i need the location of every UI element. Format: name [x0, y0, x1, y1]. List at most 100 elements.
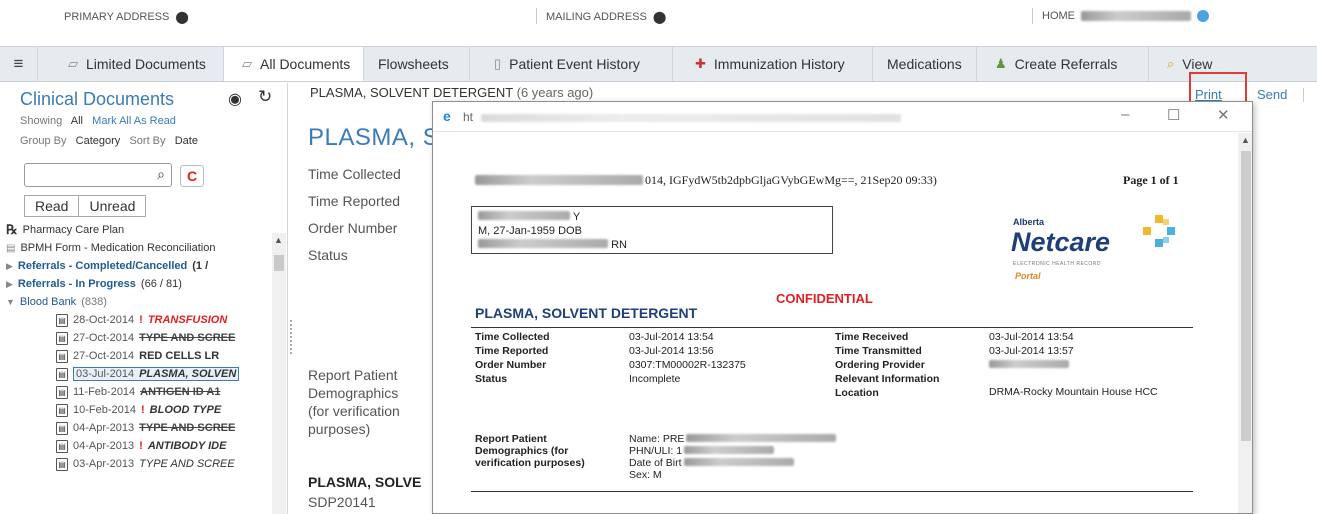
redacted-phone [1081, 11, 1191, 21]
document-icon: ▤ [56, 421, 68, 435]
close-icon[interactable]: ✕ [1217, 106, 1230, 124]
minimize-icon[interactable]: – [1121, 106, 1129, 123]
browser-icon: e [443, 108, 451, 124]
alert-flag: ! [141, 404, 145, 416]
print-document: 014, IGFydW5tb2dpbGljaGVybGEwMg==, 21Sep… [433, 133, 1238, 513]
document-icon: ▤ [56, 313, 68, 327]
tab-create-referrals[interactable]: ♟ Create Referrals [977, 47, 1149, 81]
tab-flowsheets[interactable]: Flowsheets [364, 47, 470, 81]
field-value: Date of Birt [629, 457, 836, 469]
splitter-handle[interactable] [290, 320, 292, 354]
item-name: RED CELLS LR [139, 350, 220, 362]
item-date: 04-Apr-2013 [73, 440, 135, 452]
tree-item[interactable]: ▤ 03-Apr-2013 TYPE AND SCREE [56, 455, 287, 473]
tree-item[interactable]: ▤ 11-Feb-2014 ANTIGEN ID A1 [56, 383, 287, 401]
tree-group-label: Referrals - Completed/Cancelled [17, 260, 188, 272]
tab-label: Limited Documents [86, 56, 206, 72]
tree-item-bpmh[interactable]: ▤ BPMH Form - Medication Reconciliation [6, 239, 278, 257]
scroll-up-icon[interactable]: ▲ [274, 235, 283, 245]
logo-ehr: ELECTRONIC HEALTH RECORD [1013, 261, 1102, 267]
confidential-label: CONFIDENTIAL [776, 291, 873, 306]
collapse-arrow-icon[interactable]: ▼ [6, 297, 15, 307]
field-label: Status [308, 247, 348, 263]
item-date: 27-Oct-2014 [73, 332, 135, 344]
read-button[interactable]: Read [24, 195, 80, 217]
item-name: PLASMA, SOLVEN [139, 368, 237, 380]
showing-value[interactable]: All [71, 115, 83, 127]
tree-item[interactable]: ▤ 27-Oct-2014 RED CELLS LR [56, 347, 287, 365]
window-title: ht [463, 110, 474, 124]
document-icon: ▱ [68, 56, 78, 71]
scroll-up-icon[interactable]: ▲ [1241, 135, 1250, 145]
unread-button[interactable]: Unread [79, 195, 147, 217]
tree-group-referrals-completed[interactable]: ▶ Referrals - Completed/Cancelled (1 / [6, 257, 278, 275]
sort-by-value[interactable]: Date [175, 135, 198, 147]
divider [1303, 88, 1304, 102]
tree-item[interactable]: ▤ 28-Oct-2014 ! TRANSFUSION [56, 311, 287, 329]
tree-item[interactable]: ▤ 04-Apr-2013 TYPE AND SCREE [56, 419, 287, 437]
tree-item[interactable]: ▤ 27-Oct-2014 TYPE AND SCREE [56, 329, 287, 347]
scrollbar-thumb[interactable] [1241, 151, 1251, 441]
tree-group-referrals-progress[interactable]: ▶ Referrals - In Progress (66 / 81) [6, 275, 278, 293]
selection-box: 03-Jul-2014 PLASMA, SOLVEN [73, 367, 240, 381]
item-date: 10-Feb-2014 [73, 404, 136, 416]
send-link[interactable]: Send [1257, 87, 1287, 102]
item-name: ANTIBODY IDE [147, 440, 227, 452]
logo-netcare: Netcare [1011, 227, 1111, 257]
tree-item-pharmacy[interactable]: ℞ Pharmacy Care Plan [6, 221, 278, 239]
tree-group-label: Referrals - In Progress [17, 278, 136, 290]
sort-by-label: Sort By [129, 135, 166, 147]
scrollbar-thumb[interactable] [274, 255, 284, 271]
people-icon: ♟ [995, 56, 1007, 71]
search-icon[interactable]: ⌕ [157, 166, 165, 183]
maximize-icon[interactable]: ☐ [1167, 106, 1180, 124]
menu-icon[interactable]: ≡ [0, 47, 38, 81]
clear-filter-button[interactable]: C [180, 165, 204, 187]
mailing-address: MAILING ADDRESS ⬤ [546, 10, 666, 24]
tree-item[interactable]: ▤ 04-Apr-2013 ! ANTIBODY IDE [56, 437, 287, 455]
report-demographics-label: Report Patient Demographics (for verific… [308, 367, 400, 437]
tab-medications[interactable]: Medications [873, 47, 977, 81]
group-by-value[interactable]: Category [76, 135, 121, 147]
item-name: BLOOD TYPE [149, 404, 222, 416]
eye-icon[interactable]: ◉ [228, 89, 242, 109]
mark-all-read-link[interactable]: Mark All As Read [92, 115, 176, 127]
patient-line: RN [478, 238, 826, 252]
document-icon: ▤ [56, 349, 68, 363]
field-value: Name: PRE [629, 433, 837, 445]
primary-address-label: PRIMARY ADDRESS [64, 11, 170, 23]
refresh-icon[interactable]: ↻ [258, 87, 272, 107]
tab-label: Create Referrals [1014, 56, 1118, 72]
window-titlebar[interactable]: e ht – ☐ ✕ [433, 102, 1252, 132]
field-label: Location [835, 387, 879, 399]
print-scrollbar[interactable]: ▲ [1238, 133, 1252, 513]
item-name: TYPE AND SCREE [139, 422, 236, 434]
field-label: Time Collected [475, 331, 550, 343]
tab-immunization-history[interactable]: ✚ Immunization History [673, 47, 873, 81]
search-input[interactable]: ⌕ [24, 163, 172, 187]
report-label: Report Patient Demographics (for verific… [475, 433, 585, 469]
redacted-text [475, 175, 643, 185]
location-pin-icon[interactable]: ⬤ [653, 10, 666, 24]
field-label: Time Reported [475, 345, 549, 357]
test-name: PLASMA, SOLVENT DETERGENT [475, 305, 698, 321]
document-icon: ▤ [56, 403, 68, 417]
tab-label: Immunization History [713, 56, 845, 72]
location-pin-icon[interactable]: ⬤ [175, 10, 188, 24]
expand-arrow-icon[interactable]: ▶ [6, 261, 13, 272]
document-icon: ▤ [56, 367, 68, 381]
tree-group-count: (66 / 81) [140, 278, 182, 290]
expand-arrow-icon[interactable]: ▶ [6, 279, 13, 290]
tree-item[interactable]: ▤ 10-Feb-2014 ! BLOOD TYPE [56, 401, 287, 419]
document-header: PLASMA, SOLVENT DETERGENT (6 years ago) [310, 85, 593, 100]
home-label: HOME [1042, 10, 1075, 22]
phone-icon[interactable] [1197, 10, 1209, 22]
tree-item-selected[interactable]: ▤ 03-Jul-2014 PLASMA, SOLVEN [56, 365, 287, 383]
group-sort-row: Group By Category Sort By Date [20, 135, 198, 147]
tree-group-blood-bank[interactable]: ▼ Blood Bank (838) [6, 293, 278, 311]
audit-line: 014, IGFydW5tb2dpbGljaGVybGEwMg==, 21Sep… [645, 173, 937, 187]
tab-limited-documents[interactable]: ▱ Limited Documents [38, 47, 224, 81]
tree-scrollbar[interactable]: ▲ [272, 233, 286, 514]
tab-patient-event-history[interactable]: ▯ Patient Event History [470, 47, 673, 81]
tab-all-documents[interactable]: ▱ All Documents [224, 47, 364, 81]
